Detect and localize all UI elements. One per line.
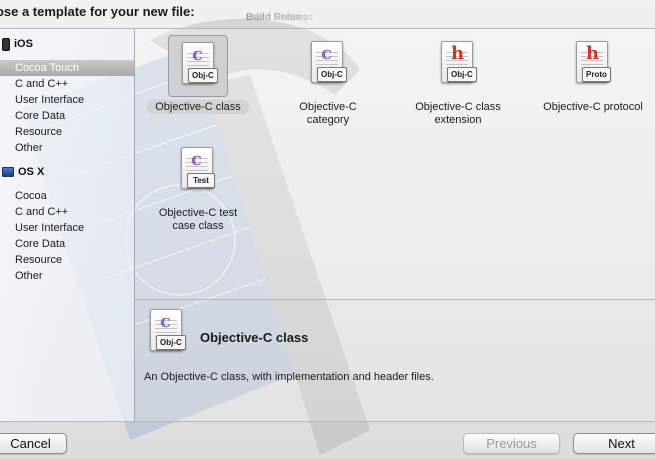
template-file-icon: c Obj-C bbox=[298, 35, 358, 97]
template-objective-c-test-case-class[interactable]: c Test Objective-C test case class bbox=[143, 141, 253, 233]
description-text: An Objective-C class, with implementatio… bbox=[144, 371, 434, 383]
template-description-pane: c Obj-C Objective-C class An Objective-C… bbox=[135, 300, 655, 421]
sidebar-item-ios-core-data[interactable]: Core Data bbox=[0, 108, 134, 124]
sidebar-item-cocoa[interactable]: Cocoa bbox=[0, 188, 134, 204]
next-button[interactable]: Next bbox=[573, 433, 655, 454]
sidebar-item-osx-resource[interactable]: Resource bbox=[0, 252, 134, 268]
ghost-tab-build-rules: Build Rules bbox=[246, 12, 302, 23]
sidebar-item-osx-core-data[interactable]: Core Data bbox=[0, 236, 134, 252]
template-file-icon: h Proto bbox=[563, 35, 623, 97]
template-label: Objective-C category bbox=[299, 101, 357, 126]
sidebar-item-ios-resource[interactable]: Resource bbox=[0, 124, 134, 140]
sidebar-item-osx-user-interface[interactable]: User Interface bbox=[0, 220, 134, 236]
previous-button[interactable]: Previous bbox=[463, 433, 560, 454]
template-file-icon: c Obj-C bbox=[168, 35, 228, 97]
cancel-button[interactable]: Cancel bbox=[0, 433, 67, 454]
template-label: Objective-C class extension bbox=[415, 101, 501, 126]
template-file-icon: h Obj-C bbox=[428, 35, 488, 97]
sidebar-item-ios-other[interactable]: Other bbox=[0, 140, 134, 156]
template-label: Objective-C test case class bbox=[158, 207, 238, 232]
template-label: Objective-C protocol bbox=[543, 101, 643, 113]
dialog-header: oose a template for your new file: Info … bbox=[0, 0, 655, 26]
sidebar-item-osx-other[interactable]: Other bbox=[0, 268, 134, 284]
sidebar-group-osx: OS X bbox=[2, 164, 44, 180]
description-file-icon: c Obj-C bbox=[144, 305, 190, 357]
template-chooser-panel: iOS Cocoa Touch C and C++ User Interface… bbox=[0, 28, 655, 422]
sidebar-item-osx-c-and-cpp[interactable]: C and C++ bbox=[0, 204, 134, 220]
template-category-sidebar: iOS Cocoa Touch C and C++ User Interface… bbox=[0, 29, 135, 421]
template-file-icon: c Test bbox=[168, 141, 228, 203]
template-objective-c-category[interactable]: c Obj-C Objective-C category bbox=[273, 35, 383, 127]
template-grid: c Obj-C Objective-C class c Obj-C Object… bbox=[135, 29, 655, 299]
template-objective-c-protocol[interactable]: h Proto Objective-C protocol bbox=[533, 35, 653, 114]
template-objective-c-class-extension[interactable]: h Obj-C Objective-C class extension bbox=[403, 35, 513, 127]
description-title: Objective-C class bbox=[200, 330, 309, 345]
template-objective-c-class[interactable]: c Obj-C Objective-C class bbox=[143, 35, 253, 114]
sidebar-item-cocoa-touch[interactable]: Cocoa Touch bbox=[0, 60, 134, 76]
sidebar-group-ios: iOS bbox=[2, 36, 33, 52]
mac-icon bbox=[2, 167, 14, 177]
sidebar-item-ios-c-and-cpp[interactable]: C and C++ bbox=[0, 76, 134, 92]
sidebar-item-ios-user-interface[interactable]: User Interface bbox=[0, 92, 134, 108]
template-label: Objective-C class bbox=[143, 100, 253, 114]
iphone-icon bbox=[2, 37, 10, 51]
dialog-title: oose a template for your new file: bbox=[0, 4, 195, 19]
